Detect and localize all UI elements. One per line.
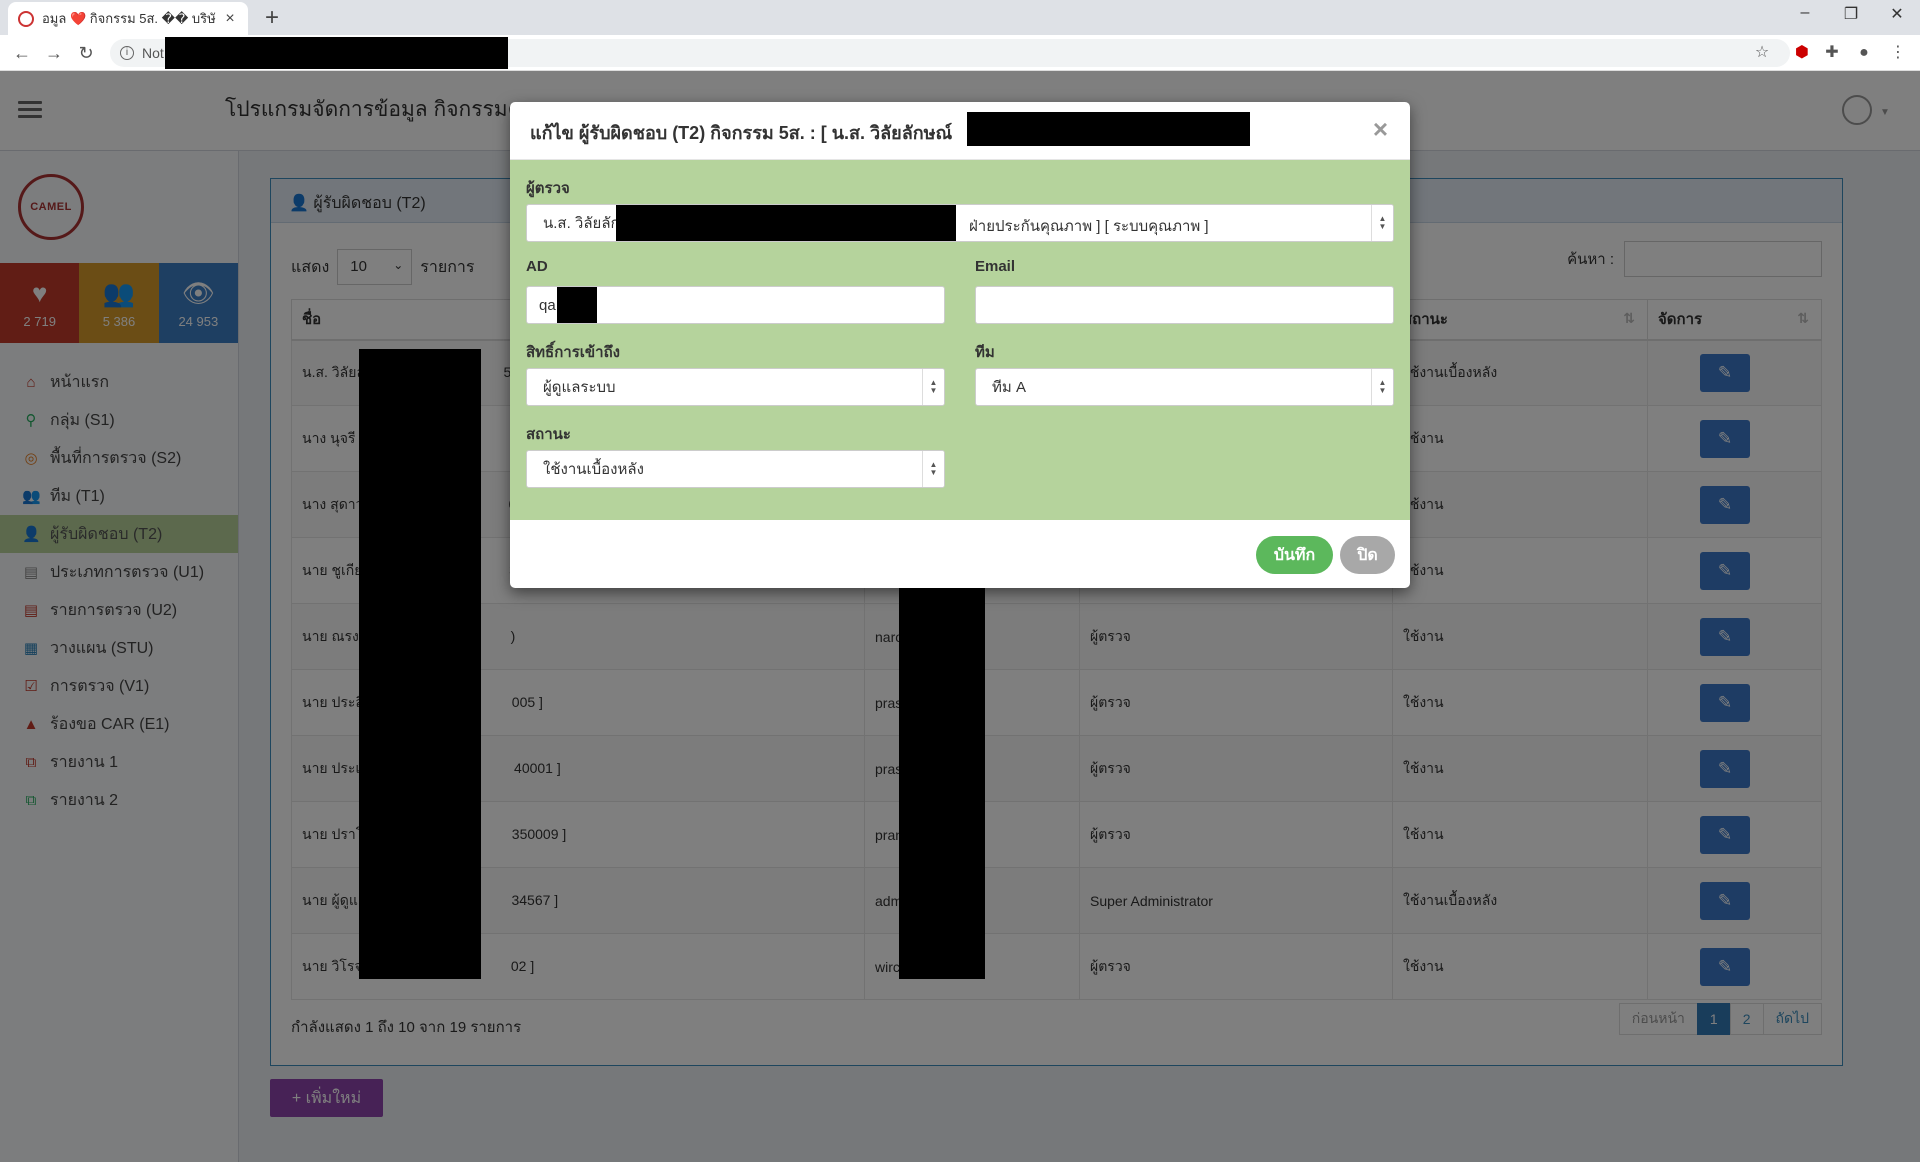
email-label: Email — [975, 258, 1016, 275]
star-icon[interactable]: ☆ — [1752, 43, 1772, 63]
status-value: ใช้งานเบื้องหลัง — [543, 461, 644, 478]
team-value: ทีม A — [992, 379, 1026, 396]
select-arrows-icon: ▲ ▼ — [1371, 205, 1393, 241]
modal-close-icon[interactable]: × — [1373, 116, 1388, 142]
team-label: ทีม — [975, 344, 995, 361]
url-prefix: Not — [142, 45, 164, 61]
access-label: สิทธิ์การเข้าถึง — [526, 344, 620, 361]
redacted-url — [165, 37, 508, 69]
select-arrows-icon: ▲ ▼ — [922, 369, 944, 405]
edit-modal: แก้ไข ผู้รับผิดชอบ (T2) กิจกรรม 5ส. : [ … — [510, 102, 1410, 588]
status-label: สถานะ — [526, 426, 571, 443]
team-select[interactable]: ทีม A ▲ ▼ — [975, 368, 1394, 406]
address-bar: ← → ↻ i Not ☆ ⬢ ✚ ● ⋮ — [0, 35, 1920, 71]
profile-icon[interactable]: ● — [1854, 43, 1874, 63]
tab-close-icon[interactable]: × — [222, 10, 238, 28]
extensions-icon[interactable]: ✚ — [1822, 43, 1842, 63]
status-select[interactable]: ใช้งานเบื้องหลัง ▲ ▼ — [526, 450, 945, 488]
maximize-button[interactable]: ❐ — [1836, 4, 1866, 24]
menu-dots-icon[interactable]: ⋮ — [1888, 43, 1908, 63]
redacted-title — [967, 112, 1250, 146]
email-input[interactable] — [975, 286, 1394, 324]
site-favicon-icon — [18, 10, 34, 27]
modal-title: แก้ไข ผู้รับผิดชอบ (T2) กิจกรรม 5ส. : [ … — [530, 123, 953, 143]
tab-title: อมูล ❤️ กิจกรรม 5ส. �� บริษั — [42, 11, 216, 26]
ad-label: AD — [526, 258, 548, 275]
forward-icon[interactable]: → — [42, 42, 66, 64]
modal-header: แก้ไข ผู้รับผิดชอบ (T2) กิจกรรม 5ส. : [ … — [510, 102, 1410, 160]
access-value: ผู้ดูแลระบบ — [543, 379, 616, 396]
select-arrows-icon: ▲ ▼ — [1371, 369, 1393, 405]
save-button[interactable]: บันทึก — [1256, 536, 1333, 574]
close-button[interactable]: ปิด — [1340, 536, 1395, 574]
inspector-value-end: ฝ่ายประกันคุณภาพ ] [ ระบบคุณภาพ ] — [969, 218, 1209, 235]
redacted-inspector — [616, 205, 956, 241]
ad-value: qa — [539, 296, 556, 314]
minimize-button[interactable]: – — [1790, 4, 1820, 22]
access-select[interactable]: ผู้ดูแลระบบ ▲ ▼ — [526, 368, 945, 406]
back-icon[interactable]: ← — [10, 42, 34, 64]
modal-body: ผู้ตรวจ น.ส. วิลัยลัก ฝ่ายประกันคุณภาพ ]… — [510, 160, 1410, 520]
inspector-value-start: น.ส. วิลัยลัก — [543, 215, 620, 232]
info-icon[interactable]: i — [120, 46, 134, 60]
browser-tab[interactable]: อมูล ❤️ กิจกรรม 5ส. �� บริษั × — [8, 2, 248, 35]
redacted-ad-value — [557, 287, 597, 323]
reload-icon[interactable]: ↻ — [74, 42, 98, 64]
new-tab-button[interactable]: + — [258, 5, 286, 33]
modal-footer: บันทึก ปิด — [510, 520, 1410, 588]
adblock-icon[interactable]: ⬢ — [1792, 43, 1812, 63]
browser-tab-bar: อมูล ❤️ กิจกรรม 5ส. �� บริษั × + – ❐ ✕ — [0, 0, 1920, 35]
close-window-button[interactable]: ✕ — [1882, 4, 1912, 24]
select-arrows-icon: ▲ ▼ — [922, 451, 944, 487]
inspector-label: ผู้ตรวจ — [526, 180, 570, 197]
